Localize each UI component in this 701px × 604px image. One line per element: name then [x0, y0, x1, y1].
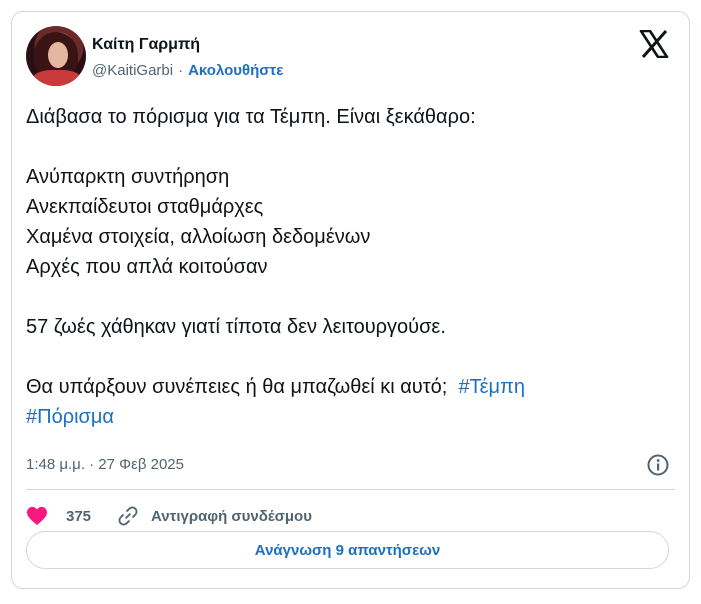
avatar-face	[48, 42, 68, 68]
hashtag-link[interactable]: #Πόρισμα	[26, 406, 114, 428]
tweet-line: Χαμένα στοιχεία, αλλοίωση δεδομένων	[26, 226, 371, 248]
tweet-actions: 375 Αντιγραφή συνδέσμου	[26, 504, 312, 528]
meta-separator: ·	[178, 62, 184, 79]
tweet-spacer	[26, 342, 676, 372]
tweet-line: Ανύπαρκτη συντήρηση	[26, 166, 230, 188]
tweet-timestamp[interactable]: 1:48 μ.μ. · 27 Φεβ 2025	[26, 456, 184, 473]
avatar-body	[32, 70, 82, 86]
heart-icon	[27, 506, 47, 526]
tweet-line: Αρχές που απλά κοιτούσαν	[26, 256, 268, 278]
hashtag-link[interactable]: #Τέμπη	[458, 376, 525, 398]
avatar[interactable]	[26, 26, 86, 86]
x-logo-icon[interactable]	[639, 30, 669, 58]
copy-link-button[interactable]: Αντιγραφή συνδέσμου	[117, 505, 312, 527]
link-icon	[118, 506, 138, 526]
tweet-spacer	[26, 132, 676, 162]
author-meta: @KaitiGarbi · Ακολουθήστε	[92, 62, 283, 79]
author-handle[interactable]: @KaitiGarbi	[92, 62, 173, 79]
copy-link-label: Αντιγραφή συνδέσμου	[151, 507, 312, 525]
read-replies-button[interactable]: Ανάγνωση 9 απαντήσεων	[26, 531, 669, 569]
tweet-text: Διάβασα το πόρισμα για τα Τέμπη. Είναι ξ…	[26, 102, 676, 432]
divider	[26, 489, 675, 490]
like-count: 375	[66, 507, 92, 525]
tweet-line: Ανεκπαίδευτοι σταθμάρχες	[26, 196, 264, 218]
like-button[interactable]: 375	[26, 506, 91, 526]
tweet-line: 57 ζωές χάθηκαν γιατί τίποτα δεν λειτουρ…	[26, 316, 446, 338]
tweet-card: Καίτη Γαρμπή @KaitiGarbi · Ακολουθήστε Διά…	[11, 11, 690, 589]
tweet-line: Διάβασα το πόρισμα για τα Τέμπη. Είναι ξ…	[26, 106, 476, 128]
author-name[interactable]: Καίτη Γαρμπή	[92, 36, 200, 54]
tweet-line-with-hashtag: Θα υπάρξουν συνέπειες ή θα μπαζωθεί κι α…	[26, 372, 676, 402]
follow-link[interactable]: Ακολουθήστε	[188, 62, 283, 79]
tweet-spacer	[26, 282, 676, 312]
tweet-line: Θα υπάρξουν συνέπειες ή θα μπαζωθεί κι α…	[26, 376, 448, 398]
info-icon[interactable]	[647, 454, 669, 476]
tweet-line-hashtag: #Πόρισμα	[26, 402, 676, 432]
